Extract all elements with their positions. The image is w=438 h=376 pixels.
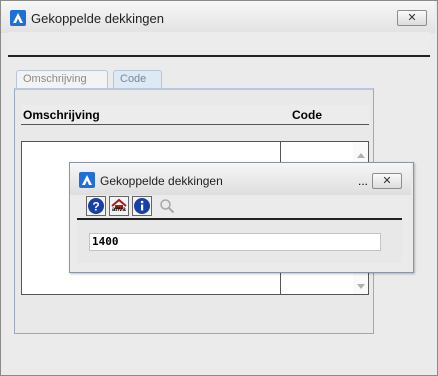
value-field[interactable]: 1400 (89, 233, 381, 251)
toolbar-strip (8, 32, 430, 57)
help-icon: ? (88, 198, 104, 214)
dialog-ellipsis[interactable]: ... (358, 174, 368, 188)
anva-label: anva (112, 207, 126, 213)
help-button[interactable]: ? (86, 196, 106, 216)
column-header-omschrijving[interactable]: Omschrijving (23, 105, 100, 125)
app-logo-icon (10, 10, 26, 26)
dialog-title: Gekoppelde dekkingen (100, 174, 223, 188)
scroll-up-icon[interactable] (357, 153, 365, 158)
svg-text:?: ? (92, 200, 99, 214)
info-button[interactable] (132, 196, 152, 216)
info-icon (134, 198, 150, 214)
column-header-code[interactable]: Code (292, 105, 322, 125)
window-title: Gekoppelde dekkingen (31, 11, 164, 26)
dialog-close-button[interactable]: ✕ (372, 173, 402, 189)
anva-home-button[interactable] (109, 196, 129, 216)
close-button[interactable]: ✕ (397, 10, 427, 26)
tab-omschrijving[interactable]: Omschrijving (16, 70, 108, 88)
dialog-app-logo-icon (79, 172, 95, 188)
search-icon (160, 199, 175, 214)
search-button[interactable] (157, 196, 177, 216)
scroll-down-icon[interactable] (357, 284, 365, 289)
tab-code[interactable]: Code (113, 70, 162, 88)
